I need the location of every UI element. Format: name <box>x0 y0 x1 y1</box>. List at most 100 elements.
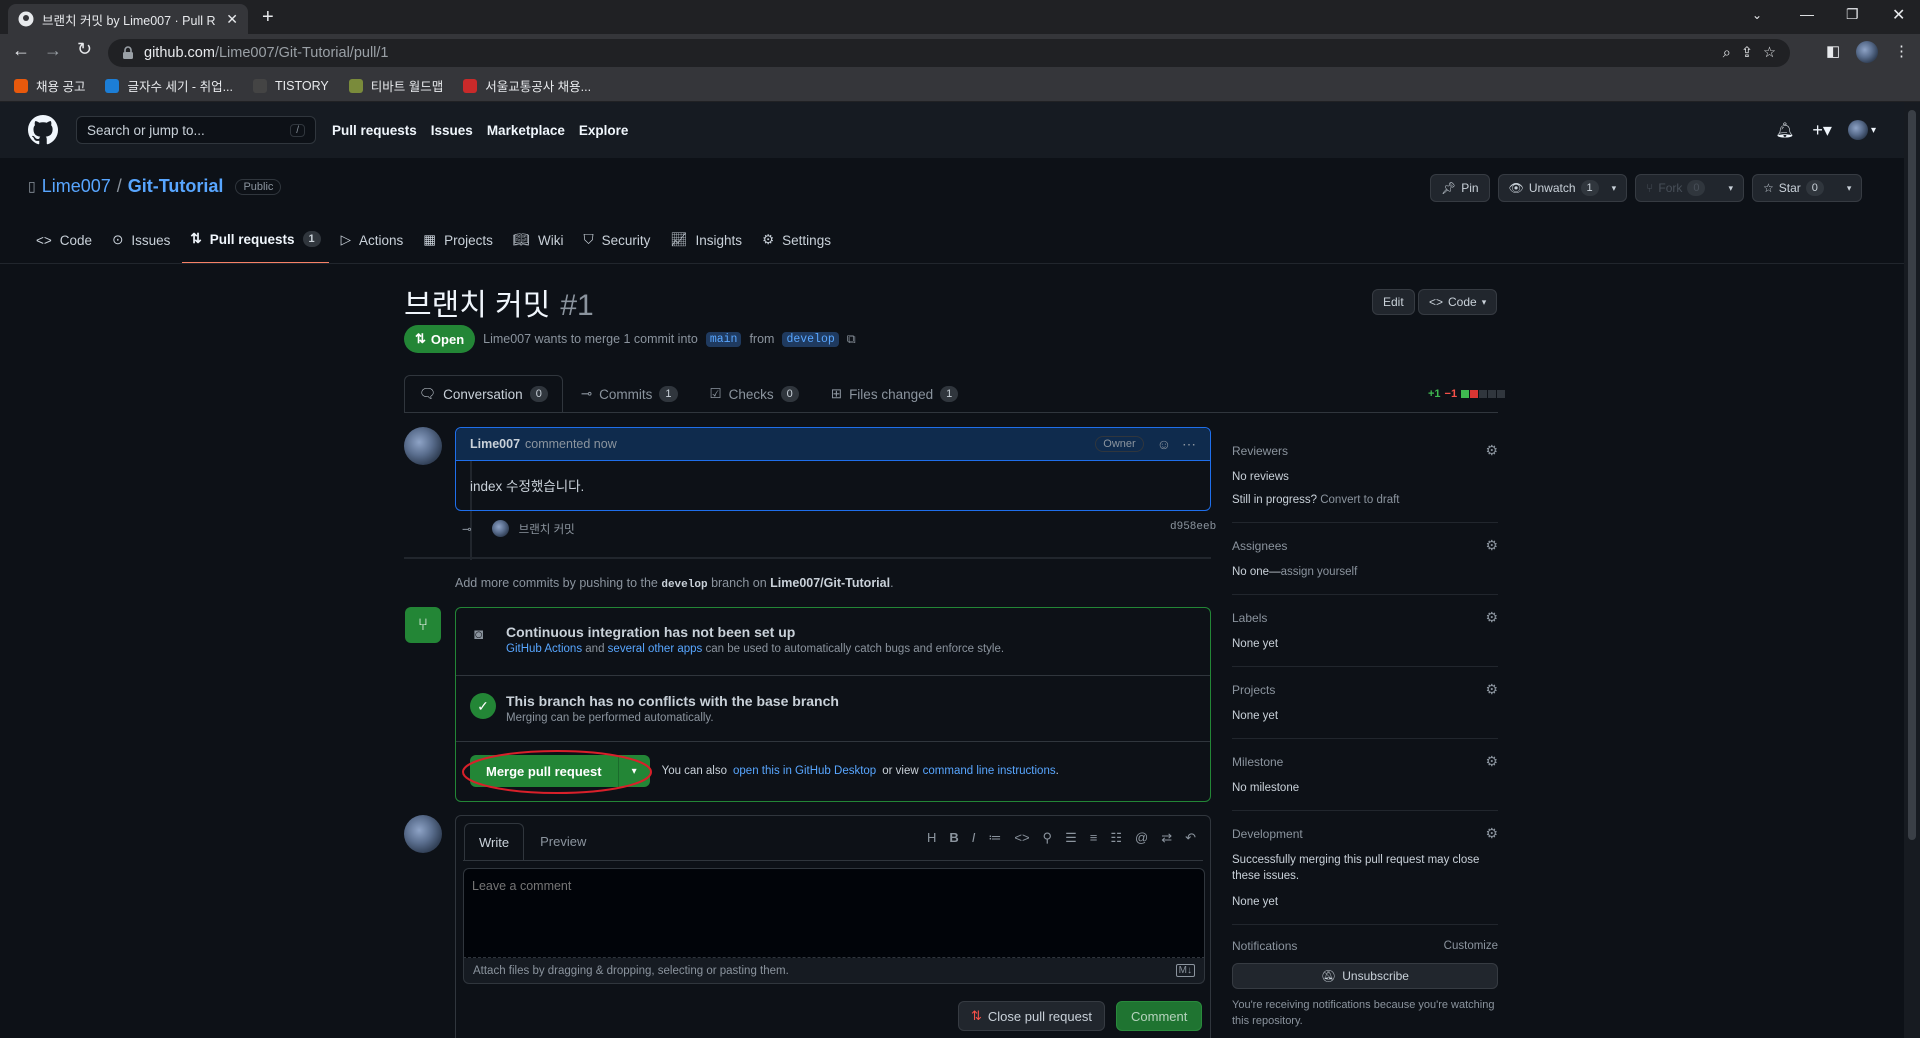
bookmark-item[interactable]: 티바트 월드맵 <box>348 76 443 95</box>
comment-author[interactable]: Lime007 <box>470 437 520 451</box>
quote-icon[interactable]: ≔ <box>988 830 1001 846</box>
restore-icon[interactable]: ❐ <box>1846 6 1859 23</box>
tab-insights[interactable]: 📈︎ Insights <box>662 216 750 264</box>
bold-icon[interactable]: B <box>949 830 958 846</box>
comment-submit-button[interactable]: Comment <box>1116 1001 1203 1031</box>
cross-reference-icon[interactable]: ⇄ <box>1161 830 1172 846</box>
address-bar[interactable]: github.com/Lime007/Git-Tutorial/pull/1 ⌕… <box>108 39 1790 67</box>
heading-icon[interactable]: H <box>927 830 936 846</box>
gear-icon[interactable]: ⚙ <box>1485 442 1498 459</box>
gear-icon[interactable]: ⚙ <box>1485 609 1498 626</box>
convert-to-draft-link[interactable]: Convert to draft <box>1320 494 1399 506</box>
commit-message[interactable]: 브랜치 커밋 <box>519 521 575 537</box>
github-actions-link[interactable]: GitHub Actions <box>506 643 582 655</box>
assign-yourself-link[interactable]: assign yourself <box>1281 566 1358 578</box>
nav-issues[interactable]: Issues <box>431 123 473 138</box>
tab-pull-requests[interactable]: ⇅ Pull requests 1 <box>182 216 329 264</box>
tab-search-icon[interactable]: ⌄ <box>1752 8 1762 22</box>
gear-icon[interactable]: ⚙ <box>1485 753 1498 770</box>
repo-owner-link[interactable]: Lime007 <box>42 176 111 197</box>
kebab-menu-icon[interactable]: ⋯ <box>1182 436 1196 453</box>
tab-checks[interactable]: ☑ Checks 0 <box>696 375 813 413</box>
new-tab-icon[interactable]: + <box>262 6 274 29</box>
reload-icon[interactable]: ↻ <box>77 39 92 60</box>
tab-security[interactable]: ⛉ Security <box>575 216 658 264</box>
bookmark-item[interactable]: 채용 공고 <box>14 76 85 95</box>
notifications-bell-icon[interactable]: 🔔︎ <box>1775 121 1794 139</box>
forward-icon[interactable]: → <box>44 40 62 61</box>
browser-tab[interactable]: 브랜치 커밋 by Lime007 · Pull R ✕ <box>8 4 248 34</box>
reply-icon[interactable]: ↶ <box>1185 830 1196 846</box>
close-tab-icon[interactable]: ✕ <box>226 11 238 28</box>
other-apps-link[interactable]: several other apps <box>608 643 703 655</box>
comment-author-avatar[interactable] <box>404 427 442 465</box>
close-pull-request-button[interactable]: ⇅ Close pull request <box>958 1001 1105 1031</box>
mention-icon[interactable]: @ <box>1135 830 1148 846</box>
zoom-icon[interactable]: ⌕ <box>1723 45 1731 61</box>
unsubscribe-button[interactable]: 🔕︎ Unsubscribe <box>1232 963 1498 989</box>
star-button[interactable]: ☆ Star 0 ▾ <box>1752 174 1863 202</box>
pin-button[interactable]: 📌︎ Pin <box>1430 174 1490 202</box>
profile-avatar[interactable] <box>1856 41 1878 63</box>
tab-actions[interactable]: ▷ Actions <box>333 216 412 264</box>
tab-commits[interactable]: ⊸ Commits 1 <box>567 375 692 413</box>
nav-marketplace[interactable]: Marketplace <box>487 123 565 138</box>
tab-wiki[interactable]: 📖︎ Wiki <box>505 216 572 264</box>
bookmark-item[interactable]: TISTORY <box>253 78 329 93</box>
scrollbar-thumb[interactable] <box>1908 110 1916 840</box>
minimize-icon[interactable]: — <box>1800 6 1814 22</box>
italic-icon[interactable]: I <box>972 830 976 846</box>
commit-sha[interactable]: d958eeb <box>1170 521 1216 533</box>
close-window-icon[interactable]: ✕ <box>1892 5 1905 25</box>
side-panel-icon[interactable]: ◧ <box>1826 42 1840 60</box>
tab-count: 0 <box>529 386 548 402</box>
code-dropdown-button[interactable]: <> Code ▾ <box>1418 289 1498 315</box>
search-input[interactable]: Search or jump to... / <box>76 116 316 144</box>
github-logo-icon[interactable] <box>28 115 58 145</box>
bookmark-item[interactable]: 글자수 세기 - 취업... <box>105 76 233 95</box>
comment-textarea[interactable] <box>463 868 1205 958</box>
customize-link[interactable]: Customize <box>1444 940 1498 952</box>
command-line-instructions-link[interactable]: command line instructions <box>923 765 1056 777</box>
head-branch[interactable]: develop <box>782 331 839 347</box>
page-scrollbar[interactable] <box>1904 102 1920 1038</box>
attach-bar[interactable]: Attach files by dragging & dropping, sel… <box>463 958 1205 984</box>
share-icon[interactable]: ⇪ <box>1741 45 1753 61</box>
browser-menu-icon[interactable]: ⋮ <box>1894 42 1909 60</box>
copy-icon[interactable]: ⧉ <box>847 332 856 347</box>
tab-issues[interactable]: ⊙ Issues <box>104 216 178 264</box>
unwatch-button[interactable]: 👁︎ Unwatch 1 ▾ <box>1497 174 1628 202</box>
tab-files-changed[interactable]: ⊞ Files changed 1 <box>817 375 973 413</box>
nav-pull-requests[interactable]: Pull requests <box>332 123 417 138</box>
write-tab[interactable]: Write <box>464 823 525 860</box>
gear-icon[interactable]: ⚙ <box>1485 537 1498 554</box>
tab-conversation[interactable]: 🗨︎ Conversation 0 <box>404 375 563 413</box>
open-github-desktop-link[interactable]: open this in GitHub Desktop <box>733 765 876 777</box>
edit-title-button[interactable]: Edit <box>1372 289 1415 315</box>
ordered-list-icon[interactable]: ≡ <box>1090 830 1098 846</box>
emoji-reaction-icon[interactable]: ☺ <box>1157 436 1171 452</box>
nav-explore[interactable]: Explore <box>579 123 629 138</box>
labels-title: Labels <box>1232 610 1268 625</box>
tab-settings[interactable]: ⚙ Settings <box>754 216 839 264</box>
gear-icon[interactable]: ⚙ <box>1485 681 1498 698</box>
code-icon[interactable]: <> <box>1014 830 1029 846</box>
tab-projects[interactable]: ▦ Projects <box>415 216 501 264</box>
unordered-list-icon[interactable]: ☰ <box>1065 830 1077 846</box>
push-hint-repo[interactable]: Lime007/Git-Tutorial <box>770 576 890 590</box>
base-branch[interactable]: main <box>705 331 742 347</box>
fork-button[interactable]: ⑂ Fork 0 ▾ <box>1635 174 1745 202</box>
preview-tab[interactable]: Preview <box>528 823 598 860</box>
bookmark-item[interactable]: 서울교통공사 채용... <box>463 76 591 95</box>
bookmark-star-icon[interactable]: ☆ <box>1763 45 1776 61</box>
commit-author-avatar[interactable] <box>491 520 509 537</box>
link-icon[interactable]: ⚲ <box>1043 830 1053 846</box>
repo-name-link[interactable]: Git-Tutorial <box>128 176 224 197</box>
user-avatar-menu[interactable] <box>1847 120 1868 140</box>
create-new-icon[interactable]: +▾ <box>1812 120 1832 141</box>
pr-author[interactable]: Lime007 <box>483 332 531 346</box>
tab-code[interactable]: <> Code <box>28 216 100 264</box>
gear-icon[interactable]: ⚙ <box>1485 825 1498 842</box>
task-list-icon[interactable]: ☷ <box>1110 830 1122 846</box>
back-icon[interactable]: ← <box>12 40 30 61</box>
